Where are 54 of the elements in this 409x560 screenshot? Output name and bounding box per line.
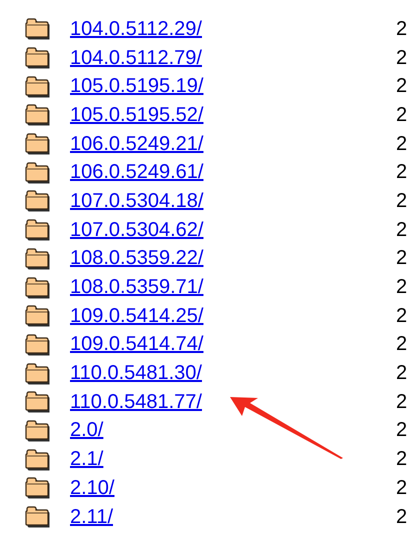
folder-link[interactable]: 104.0.5112.29/ — [70, 18, 202, 41]
date-text: 2 — [396, 218, 408, 242]
folder-icon — [24, 276, 50, 299]
folder-link[interactable]: 106.0.5249.61/ — [70, 161, 204, 184]
folder-link[interactable]: 108.0.5359.71/ — [70, 276, 204, 300]
date-text: 2 — [396, 190, 408, 213]
folder-icon — [24, 448, 50, 471]
date-text: 2 — [396, 132, 408, 156]
date-text: 2 — [396, 419, 408, 442]
folder-link[interactable]: 110.0.5481.77/ — [70, 390, 202, 414]
folder-icon — [24, 506, 50, 528]
date-text: 2 — [396, 75, 408, 98]
folder-link[interactable]: 106.0.5249.21/ — [70, 132, 204, 156]
folder-icon — [24, 305, 50, 328]
folder-icon — [24, 104, 50, 126]
date-text: 2 — [396, 506, 408, 529]
folder-icon — [24, 391, 50, 414]
folder-icon — [24, 76, 50, 98]
folder-link[interactable]: 107.0.5304.18/ — [70, 190, 204, 213]
folder-link[interactable]: 105.0.5195.19/ — [70, 75, 204, 98]
folder-icon — [24, 420, 50, 442]
date-text: 2 — [396, 362, 408, 386]
folder-link[interactable]: 107.0.5304.62/ — [70, 218, 204, 242]
folder-icon — [24, 133, 50, 156]
date-text: 2 — [396, 276, 408, 300]
folder-icon — [24, 477, 50, 500]
date-text: 2 — [396, 448, 408, 472]
folder-link[interactable]: 105.0.5195.52/ — [70, 104, 204, 127]
folder-icon — [24, 362, 50, 385]
date-text: 2 — [396, 18, 408, 41]
folder-link[interactable]: 2.11/ — [70, 506, 113, 529]
folder-link[interactable]: 110.0.5481.30/ — [70, 362, 202, 386]
folder-link[interactable]: 104.0.5112.79/ — [70, 46, 202, 70]
folder-icon — [24, 219, 50, 242]
date-text: 2 — [396, 390, 408, 414]
folder-icon — [24, 190, 50, 212]
folder-icon — [24, 334, 50, 356]
folder-link[interactable]: 108.0.5359.22/ — [70, 247, 204, 270]
date-text: 2 — [396, 104, 408, 127]
date-text: 2 — [396, 46, 408, 70]
folder-link[interactable]: 2.10/ — [70, 476, 114, 500]
folder-icon — [24, 18, 50, 40]
folder-link[interactable]: 109.0.5414.25/ — [70, 304, 204, 328]
folder-link[interactable]: 109.0.5414.74/ — [70, 333, 204, 356]
folder-icon — [24, 248, 50, 270]
date-text: 2 — [396, 476, 408, 500]
date-text: 2 — [396, 247, 408, 270]
folder-icon — [24, 47, 50, 70]
folder-link[interactable]: 2.1/ — [70, 448, 104, 472]
date-text: 2 — [396, 304, 408, 328]
date-text: 2 — [396, 161, 408, 184]
date-text: 2 — [396, 333, 408, 356]
folder-link[interactable]: 2.0/ — [70, 419, 104, 442]
folder-icon — [24, 162, 50, 184]
